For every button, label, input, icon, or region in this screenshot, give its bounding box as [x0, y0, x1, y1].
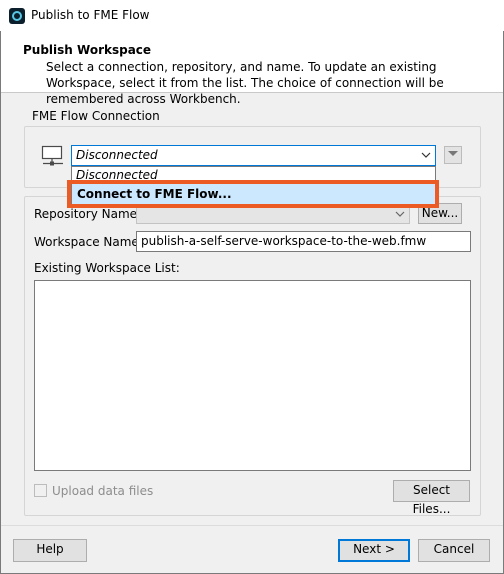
next-button[interactable]: Next > [338, 539, 410, 562]
workspace-list[interactable] [34, 280, 471, 471]
computer-network-icon [41, 145, 63, 166]
chevron-down-icon[interactable] [394, 208, 406, 220]
page-description: Select a connection, repository, and nam… [46, 60, 444, 106]
page-title: Publish Workspace [23, 43, 152, 57]
footer-divider [1, 525, 503, 526]
help-button[interactable]: Help [13, 539, 87, 562]
annotation-highlight-box [67, 180, 439, 208]
workspace-list-label: Existing Workspace List: [34, 261, 180, 275]
repository-label: Repository Name: [34, 207, 142, 221]
window-title: Publish to FME Flow [31, 8, 150, 22]
select-files-button[interactable]: Select Files... [393, 480, 470, 516]
upload-data-label: Upload data files [52, 484, 154, 498]
fme-app-icon [9, 8, 25, 24]
connection-select-value: Disconnected [76, 148, 158, 162]
workspace-name-input[interactable]: publish-a-self-serve-workspace-to-the-we… [136, 231, 471, 252]
connection-group-label: FME Flow Connection [30, 109, 162, 123]
upload-data-checkbox[interactable] [34, 484, 47, 497]
cancel-button[interactable]: Cancel [418, 539, 490, 562]
chevron-down-icon[interactable] [420, 148, 432, 162]
workspace-name-label: Workspace Name: [34, 235, 143, 249]
caret-down-icon [448, 151, 458, 156]
